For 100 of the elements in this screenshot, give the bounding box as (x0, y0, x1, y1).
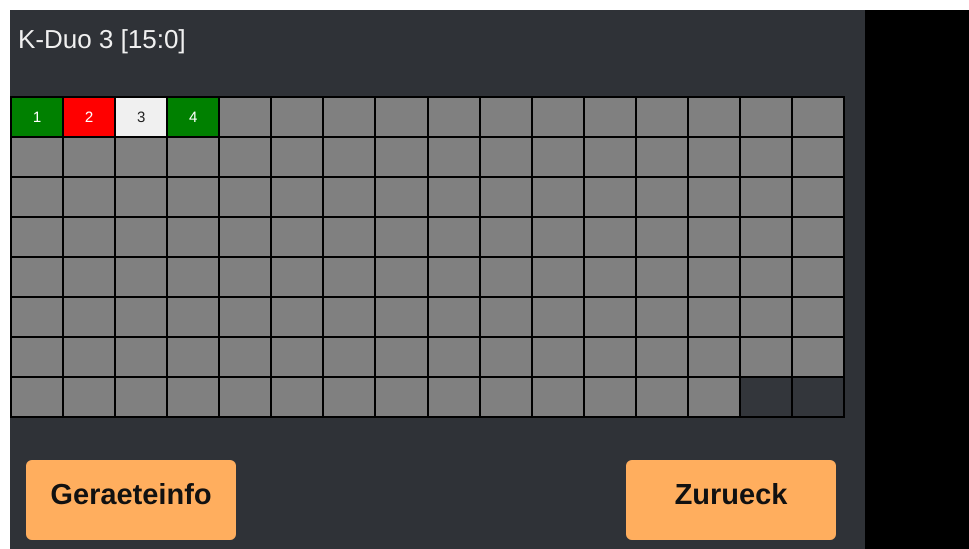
grid-cell[interactable] (740, 298, 791, 336)
grid-cell[interactable] (376, 338, 426, 376)
grid-cell[interactable] (324, 298, 374, 336)
grid-cell[interactable] (792, 178, 843, 216)
grid-cell[interactable] (792, 258, 843, 296)
grid-cell[interactable] (64, 378, 114, 416)
grid-cell[interactable] (64, 338, 114, 376)
grid-cell[interactable] (64, 218, 114, 256)
grid-cell[interactable] (272, 338, 322, 376)
grid-cell[interactable] (220, 258, 270, 296)
grid-cell[interactable] (428, 338, 479, 376)
grid-cell[interactable] (636, 258, 687, 296)
grid-cell[interactable] (532, 178, 583, 216)
grid-cell[interactable] (792, 98, 843, 136)
grid-cell[interactable] (532, 298, 583, 336)
grid-cell[interactable] (272, 98, 322, 136)
grid-cell[interactable] (480, 98, 531, 136)
grid-cell[interactable] (792, 138, 843, 176)
grid-cell[interactable] (636, 338, 687, 376)
grid-cell[interactable] (532, 338, 583, 376)
grid-cell[interactable] (480, 378, 531, 416)
grid-cell[interactable] (116, 178, 166, 216)
grid-cell[interactable]: 4 (168, 98, 218, 136)
grid-cell[interactable] (792, 218, 843, 256)
grid-cell[interactable] (220, 218, 270, 256)
grid-cell[interactable] (740, 98, 791, 136)
grid-cell[interactable] (480, 258, 531, 296)
grid-cell[interactable] (688, 258, 739, 296)
grid-cell[interactable] (272, 138, 322, 176)
grid-cell[interactable] (376, 138, 426, 176)
grid-cell[interactable] (272, 178, 322, 216)
grid-cell[interactable] (532, 98, 583, 136)
grid-cell[interactable] (220, 98, 270, 136)
grid-cell[interactable] (584, 298, 635, 336)
grid-cell[interactable]: 1 (12, 98, 62, 136)
grid-cell[interactable] (532, 218, 583, 256)
grid-cell[interactable] (584, 178, 635, 216)
grid-cell[interactable] (324, 378, 374, 416)
grid-cell[interactable] (428, 298, 479, 336)
grid-cell[interactable] (480, 338, 531, 376)
grid-cell[interactable] (532, 258, 583, 296)
grid-cell[interactable] (116, 298, 166, 336)
grid-cell[interactable] (168, 378, 218, 416)
grid-cell[interactable] (740, 258, 791, 296)
grid-cell[interactable] (792, 378, 843, 416)
grid-cell[interactable] (428, 218, 479, 256)
grid-cell[interactable] (12, 378, 62, 416)
grid-cell[interactable] (272, 218, 322, 256)
grid-cell[interactable]: 2 (64, 98, 114, 136)
grid-cell[interactable] (168, 138, 218, 176)
grid-cell[interactable] (12, 338, 62, 376)
grid-cell[interactable] (584, 378, 635, 416)
grid-cell[interactable] (688, 378, 739, 416)
grid-cell[interactable] (324, 258, 374, 296)
grid-cell[interactable] (324, 178, 374, 216)
grid-cell[interactable] (272, 258, 322, 296)
grid-cell[interactable] (532, 138, 583, 176)
grid-cell[interactable] (428, 258, 479, 296)
grid-cell[interactable] (740, 338, 791, 376)
grid-cell[interactable] (168, 178, 218, 216)
grid-cell[interactable] (740, 138, 791, 176)
grid-cell[interactable] (220, 298, 270, 336)
grid-cell[interactable] (64, 178, 114, 216)
grid-cell[interactable] (376, 378, 426, 416)
grid-cell[interactable] (688, 298, 739, 336)
grid-cell[interactable] (116, 258, 166, 296)
grid-cell[interactable] (636, 98, 687, 136)
grid-cell[interactable] (324, 98, 374, 136)
grid-cell[interactable] (584, 98, 635, 136)
grid-cell[interactable] (532, 378, 583, 416)
grid-cell[interactable] (168, 258, 218, 296)
grid-cell[interactable] (480, 178, 531, 216)
grid-cell[interactable] (636, 218, 687, 256)
grid-cell[interactable] (376, 298, 426, 336)
grid-cell[interactable] (12, 138, 62, 176)
grid-cell[interactable] (168, 338, 218, 376)
grid-cell[interactable] (220, 138, 270, 176)
grid-cell[interactable] (324, 338, 374, 376)
grid-cell[interactable] (688, 218, 739, 256)
grid-cell[interactable] (376, 218, 426, 256)
grid-cell[interactable] (116, 378, 166, 416)
grid-cell[interactable] (584, 258, 635, 296)
grid-cell[interactable] (116, 338, 166, 376)
grid-cell[interactable] (428, 98, 479, 136)
grid-cell[interactable]: 3 (116, 98, 166, 136)
grid-cell[interactable] (636, 298, 687, 336)
grid-cell[interactable] (272, 298, 322, 336)
info-button[interactable]: Geraeteinfo (26, 460, 236, 540)
grid-cell[interactable] (116, 138, 166, 176)
grid-cell[interactable] (428, 378, 479, 416)
grid-cell[interactable] (792, 298, 843, 336)
grid-cell[interactable] (688, 338, 739, 376)
grid-cell[interactable] (480, 218, 531, 256)
grid-cell[interactable] (376, 178, 426, 216)
grid-cell[interactable] (480, 138, 531, 176)
grid-cell[interactable] (636, 378, 687, 416)
grid-cell[interactable] (376, 258, 426, 296)
grid-cell[interactable] (220, 338, 270, 376)
grid-cell[interactable] (168, 298, 218, 336)
grid-cell[interactable] (740, 218, 791, 256)
